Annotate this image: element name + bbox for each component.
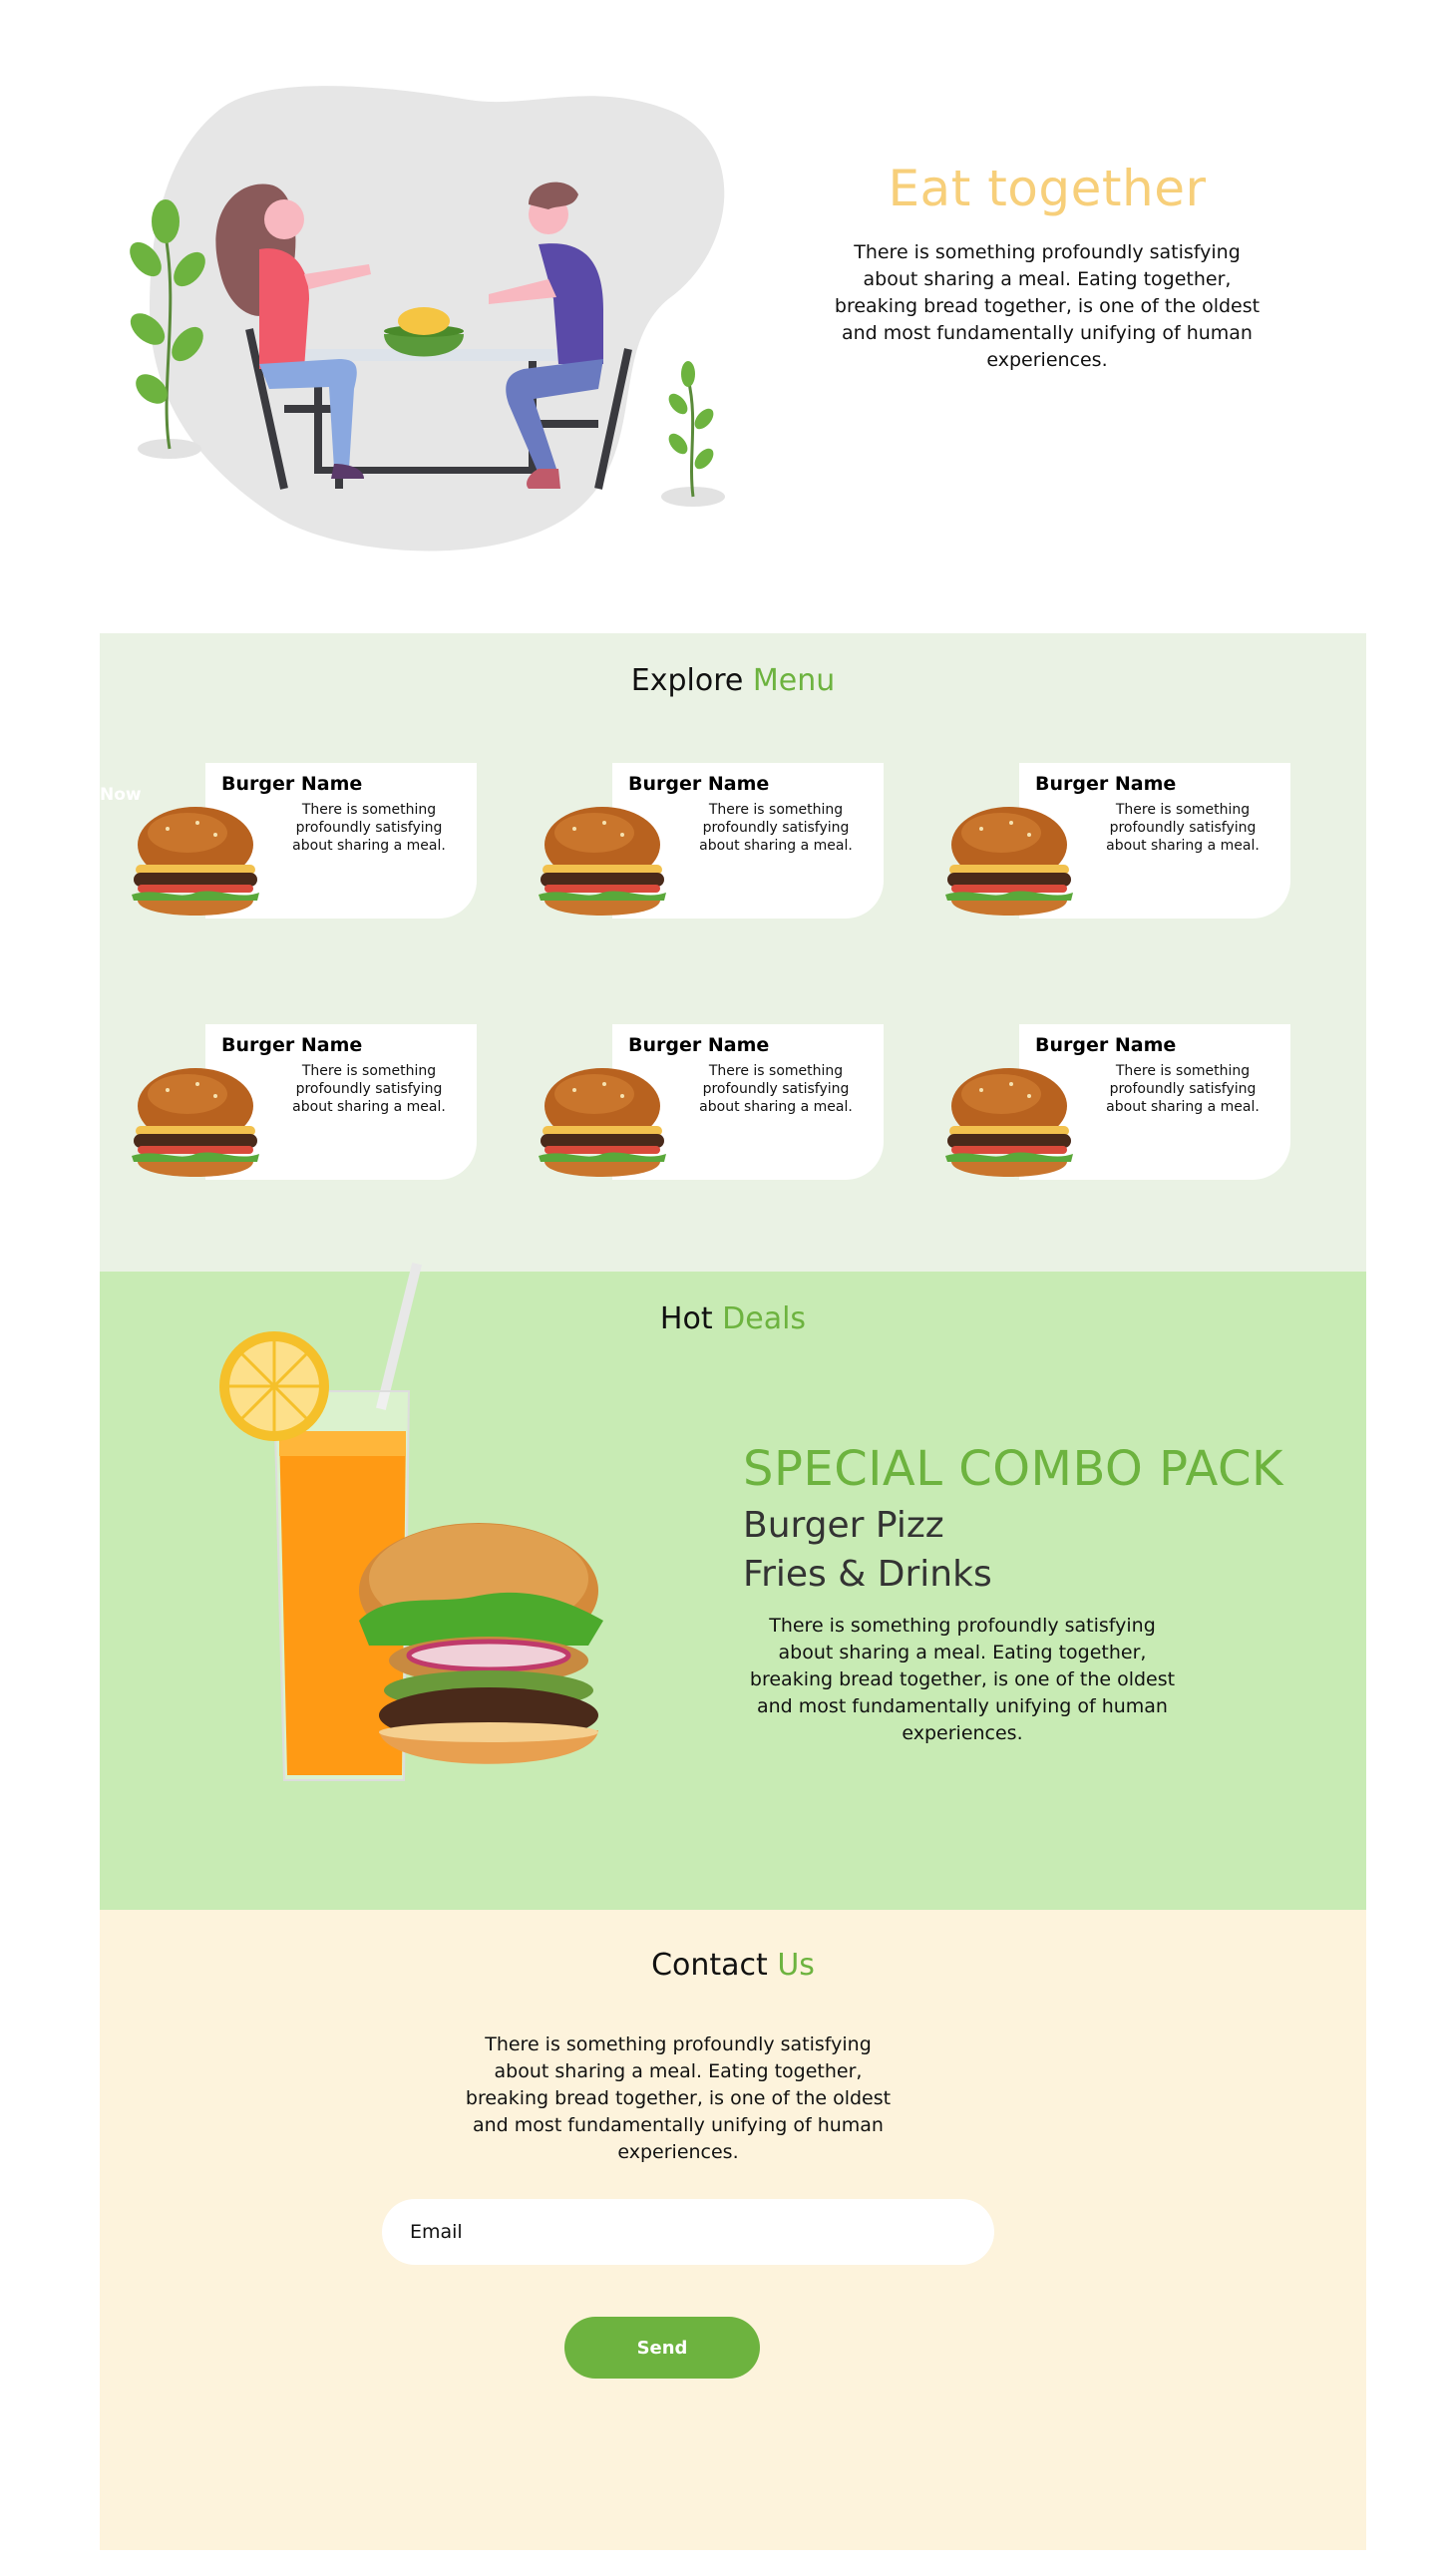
contact-heading: Contact Us [100, 1948, 1366, 1983]
menu-card[interactable]: Burger Name There is something profoundly… [507, 1024, 884, 1184]
contact-description: There is something profoundly satisfying… [465, 2033, 892, 2163]
explore-menu-section: Explore Menu Now Burger Name There is som… [100, 633, 1366, 1272]
combo-line-1: Burger Pizz [743, 1505, 944, 1546]
menu-card[interactable]: Burger Name There is something profoundly… [100, 1024, 477, 1184]
menu-card[interactable]: Burger Name There is something profoundly… [913, 763, 1290, 922]
menu-card-name: Burger Name [1035, 1034, 1177, 1056]
menu-card-name: Burger Name [628, 1034, 770, 1056]
menu-card[interactable]: Burger Name There is something profoundly… [100, 763, 477, 922]
menu-card-description: There is something profoundly satisfying… [699, 1063, 853, 1115]
combo-line-2: Fries & Drinks [743, 1554, 992, 1595]
combo-description: There is something profoundly satisfying… [749, 1615, 1176, 1744]
combo-title: SPECIAL COMBO PACK [743, 1441, 1283, 1497]
menu-card-description: There is something profoundly satisfying… [1106, 1063, 1260, 1115]
email-field[interactable] [382, 2199, 994, 2265]
menu-card-name: Burger Name [1035, 773, 1177, 795]
menu-card[interactable]: Burger Name There is something profoundly… [913, 1024, 1290, 1184]
hero-description: There is something profoundly satisfying… [834, 241, 1261, 371]
hero-text-block: Eat together There is something profound… [818, 160, 1276, 374]
menu-heading: Explore Menu [100, 663, 1366, 698]
menu-card-name: Burger Name [221, 773, 363, 795]
people-eating-illustration [130, 86, 725, 552]
menu-card-name: Burger Name [628, 773, 770, 795]
menu-heading-main: Explore [630, 663, 744, 698]
contact-heading-accent: Us [777, 1948, 815, 1983]
menu-card-description: There is something profoundly satisfying… [699, 802, 853, 854]
send-button[interactable]: Send [564, 2317, 760, 2379]
menu-card[interactable]: Burger Name There is something profoundly… [507, 763, 884, 922]
menu-card-description: There is something profoundly satisfying… [1106, 802, 1260, 854]
menu-card-name: Burger Name [221, 1034, 363, 1056]
combo-pack-block: SPECIAL COMBO PACK Burger Pizz Fries & D… [743, 1441, 1321, 1747]
hot-deals-section: Hot Deals SPECIAL COMBO PACK Burger Pizz… [100, 1263, 1366, 1910]
menu-heading-accent: Menu [752, 663, 836, 698]
burger-and-juice-image [219, 1263, 603, 1781]
menu-card-description: There is something profoundly satisfying… [292, 802, 446, 854]
deals-heading-main: Hot [659, 1301, 713, 1336]
contact-heading-main: Contact [651, 1948, 768, 1983]
hero-title: Eat together [888, 160, 1207, 217]
hero-section: Eat together There is something profound… [0, 0, 1451, 618]
deals-heading-accent: Deals [722, 1301, 807, 1336]
contact-section: Contact Us There is something profoundly… [100, 1910, 1366, 2550]
menu-card-description: There is something profoundly satisfying… [292, 1063, 446, 1115]
